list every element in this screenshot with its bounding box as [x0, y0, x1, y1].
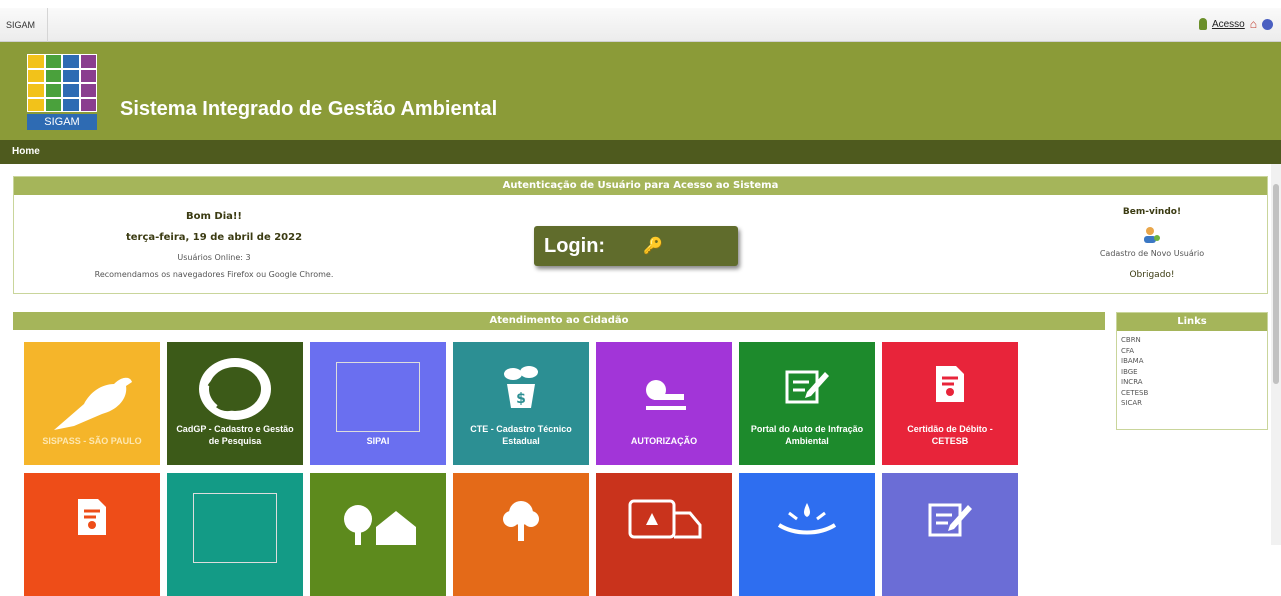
top-bar: SIGAM Acesso ⌂ — [0, 8, 1281, 42]
site-header: SIGAM Sistema Integrado de Gestão Ambien… — [0, 42, 1281, 140]
scrollbar[interactable] — [1271, 164, 1281, 545]
broken-image-icon — [336, 362, 420, 432]
access-link[interactable]: Acesso — [1212, 19, 1245, 30]
tile-label: SIPAI — [366, 436, 390, 446]
home-icon[interactable]: ⌂ — [1250, 17, 1257, 31]
new-user-link[interactable]: Cadastro de Novo Usuário — [1037, 249, 1267, 258]
recycle-truck-icon — [628, 499, 702, 539]
water-hands-icon — [777, 503, 837, 535]
tile-sipai[interactable]: SIPAI — [310, 342, 446, 465]
tile-row2-7[interactable] — [882, 473, 1018, 596]
new-user-icon[interactable] — [1142, 225, 1162, 245]
scrollbar-thumb[interactable] — [1273, 184, 1279, 384]
welcome-block: Bem-vindo! Cadastro de Novo Usuário Obri… — [1037, 207, 1267, 280]
logo-text: SIGAM — [27, 114, 97, 130]
link-item[interactable]: INCRA — [1121, 377, 1267, 388]
link-item[interactable]: IBAMA — [1121, 356, 1267, 367]
link-item[interactable]: SICAR — [1121, 398, 1267, 409]
tile-row2-3[interactable] — [310, 473, 446, 596]
citizen-heading: Atendimento ao Cidadão — [13, 312, 1105, 330]
user-icon — [1198, 18, 1207, 30]
tile-label: Certidão de Débito - CETESB — [907, 424, 993, 446]
app-tab-label: SIGAM — [6, 20, 36, 30]
top-tools: Acesso ⌂ — [1198, 17, 1273, 31]
date-text: terça-feira, 19 de abril de 2022 — [125, 232, 303, 243]
link-item[interactable]: CETESB — [1121, 388, 1267, 399]
tile-row2-1[interactable] — [24, 473, 160, 596]
auth-heading: Autenticação de Usuário para Acesso ao S… — [14, 177, 1267, 195]
tree-hand-icon — [503, 501, 539, 541]
users-online: Usuários Online: 3 — [177, 253, 251, 262]
link-item[interactable]: CBRN — [1121, 335, 1267, 346]
svg-text:$: $ — [516, 391, 526, 407]
tree-house-icon — [344, 505, 416, 545]
service-tiles: SISPASS - SÃO PAULO CadGP - Cadastro e G… — [24, 342, 1104, 596]
tile-row2-4[interactable] — [453, 473, 589, 596]
certificate-icon — [936, 366, 964, 402]
auth-panel: Autenticação de Usuário para Acesso ao S… — [13, 176, 1268, 294]
link-item[interactable]: CFA — [1121, 346, 1267, 357]
tile-row2-5[interactable] — [596, 473, 732, 596]
greeting-block: Bom Dia!! terça-feira, 19 de abril de 20… — [14, 211, 414, 279]
tile-cadgp[interactable]: CadGP - Cadastro e Gestão de Pesquisa — [167, 342, 303, 465]
certificate-icon — [78, 499, 106, 535]
tile-row2-2[interactable] — [167, 473, 303, 596]
tile-label: SISPASS - SÃO PAULO — [42, 436, 142, 446]
links-panel: Links CBRN CFA IBAMA IBGE INCRA CETESB S… — [1116, 312, 1268, 430]
page-title: Sistema Integrado de Gestão Ambiental — [120, 98, 498, 120]
broken-image-icon — [193, 493, 277, 563]
edit-form-icon — [928, 503, 972, 537]
bird-icon — [54, 377, 132, 430]
edit-form-icon — [785, 370, 829, 404]
links-list: CBRN CFA IBAMA IBGE INCRA CETESB SICAR — [1117, 331, 1267, 409]
nav-home[interactable]: Home — [12, 146, 40, 157]
leaf-wreath-icon — [199, 358, 271, 420]
app-tab[interactable]: SIGAM — [0, 8, 48, 42]
stamp-icon — [646, 380, 686, 410]
logo-grid-icon — [27, 54, 97, 112]
tile-portal-auto[interactable]: Portal do Auto de Infração Ambiental — [739, 342, 875, 465]
tile-label: Portal do Auto de Infração Ambiental — [750, 424, 864, 446]
key-icon: 🔑 — [643, 238, 664, 255]
tile-label: CadGP - Cadastro e Gestão de Pesquisa — [176, 424, 294, 446]
nav-bar: Home — [0, 140, 1281, 164]
thanks-text: Obrigado! — [1129, 270, 1175, 280]
plant-money-icon: $ — [504, 366, 538, 408]
help-icon[interactable] — [1262, 18, 1273, 30]
tile-cte[interactable]: $ CTE - Cadastro Técnico Estadual — [453, 342, 589, 465]
sigam-logo[interactable]: SIGAM — [27, 54, 97, 130]
tile-certidao[interactable]: Certidão de Débito - CETESB — [882, 342, 1018, 465]
tile-row2-6[interactable] — [739, 473, 875, 596]
link-item[interactable]: IBGE — [1121, 367, 1267, 378]
welcome-text: Bem-vindo! — [1122, 207, 1182, 217]
login-button[interactable]: Login: 🔑 — [534, 226, 738, 266]
tile-label: AUTORIZAÇÃO — [630, 436, 698, 446]
browser-recommendation: Recomendamos os navegadores Firefox ou G… — [94, 270, 334, 279]
tile-label: CTE - Cadastro Técnico Estadual — [470, 424, 572, 446]
login-label: Login: — [544, 234, 606, 257]
tile-sispass[interactable]: SISPASS - SÃO PAULO — [24, 342, 160, 465]
greeting: Bom Dia!! — [186, 211, 242, 222]
links-heading: Links — [1117, 313, 1267, 331]
tile-autorizacao[interactable]: AUTORIZAÇÃO — [596, 342, 732, 465]
